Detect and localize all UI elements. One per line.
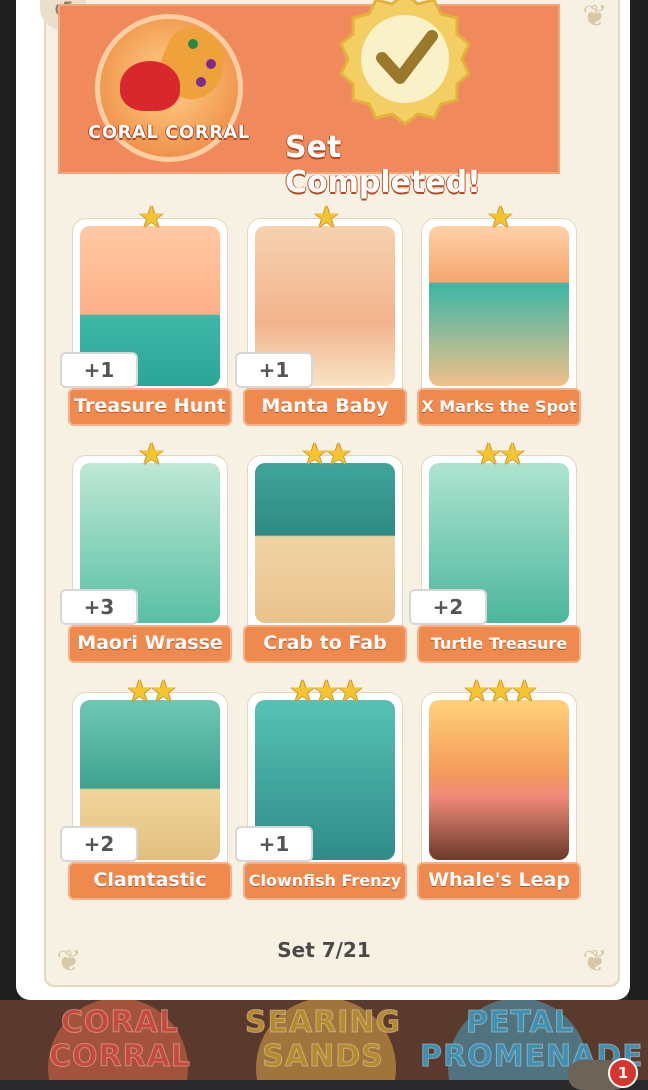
card-title: Crab to Fab: [243, 625, 407, 663]
card[interactable]: ★ X Marks the Spot: [417, 202, 581, 426]
card-stars: ★: [313, 200, 340, 235]
card[interactable]: ★★ +2 Clamtastic: [60, 676, 232, 900]
completed-seal-icon: [339, 0, 471, 126]
set-name: CORAL CORRAL: [88, 122, 250, 143]
card-title: Clamtastic: [68, 862, 232, 900]
bg-set-name-line1: SEARING: [244, 1005, 402, 1040]
card[interactable]: ★★★ +1 Clownfish Frenzy: [235, 676, 407, 900]
card-title: X Marks the Spot: [417, 388, 581, 426]
notification-badge: 1: [608, 1058, 638, 1088]
crab-icon: [120, 61, 180, 111]
card[interactable]: ★ +3 Maori Wrasse: [60, 439, 232, 663]
duplicate-count-badge: +2: [409, 589, 487, 625]
card-stars: ★: [138, 200, 165, 235]
bg-set-name-line1: CORAL: [61, 1005, 179, 1040]
card-stars: ★★: [126, 674, 177, 709]
card-title: Clownfish Frenzy: [243, 862, 407, 900]
card-title: Maori Wrasse: [68, 625, 232, 663]
bg-set-name-line2: SANDS: [262, 1039, 384, 1074]
card-stars: ★★: [301, 437, 352, 472]
card[interactable]: ★★ Crab to Fab: [243, 439, 407, 663]
gem-icon: [206, 59, 216, 69]
card[interactable]: ★ +1 Manta Baby: [235, 202, 407, 426]
card-title: Treasure Hunt: [68, 388, 232, 426]
set-completed-text: Set Completed!: [285, 130, 481, 200]
duplicate-count-badge: +3: [60, 589, 138, 625]
card[interactable]: ★★★ Whale's Leap: [417, 676, 581, 900]
card-artwork: [429, 700, 569, 860]
duplicate-count-badge: +1: [235, 352, 313, 388]
duplicate-count-badge: +1: [60, 352, 138, 388]
set-progress: Set 7/21: [277, 938, 371, 962]
bg-set-searing-sands[interactable]: SEARING SANDS: [238, 1005, 408, 1074]
card[interactable]: ★★ +2 Turtle Treasure: [409, 439, 581, 663]
card-stars: ★★★: [463, 674, 538, 709]
duplicate-count-badge: +1: [235, 826, 313, 862]
gem-icon: [196, 77, 206, 87]
card-stars: ★★★: [289, 674, 364, 709]
bg-set-name-line2: CORRAL: [48, 1039, 192, 1074]
background-sets-strip: CORAL CORRAL SEARING SANDS PETAL PROMENA…: [0, 1000, 648, 1080]
card-title: Turtle Treasure: [417, 625, 581, 663]
card-artwork: [429, 226, 569, 386]
right-backdrop: [628, 0, 648, 1080]
card-title: Manta Baby: [243, 388, 407, 426]
gem-icon: [188, 39, 198, 49]
card-title: Whale's Leap: [417, 862, 581, 900]
bg-set-coral-corral[interactable]: CORAL CORRAL: [40, 1005, 200, 1074]
card-stars: ★: [138, 437, 165, 472]
card[interactable]: ★ +1 Treasure Hunt: [60, 202, 232, 426]
card-artwork: [255, 463, 395, 623]
bg-set-name-line1: PETAL: [466, 1005, 574, 1040]
corner-ornament-icon: ❦: [582, 0, 608, 34]
card-stars: ★★: [475, 437, 526, 472]
card-stars: ★: [487, 200, 514, 235]
duplicate-count-badge: +2: [60, 826, 138, 862]
